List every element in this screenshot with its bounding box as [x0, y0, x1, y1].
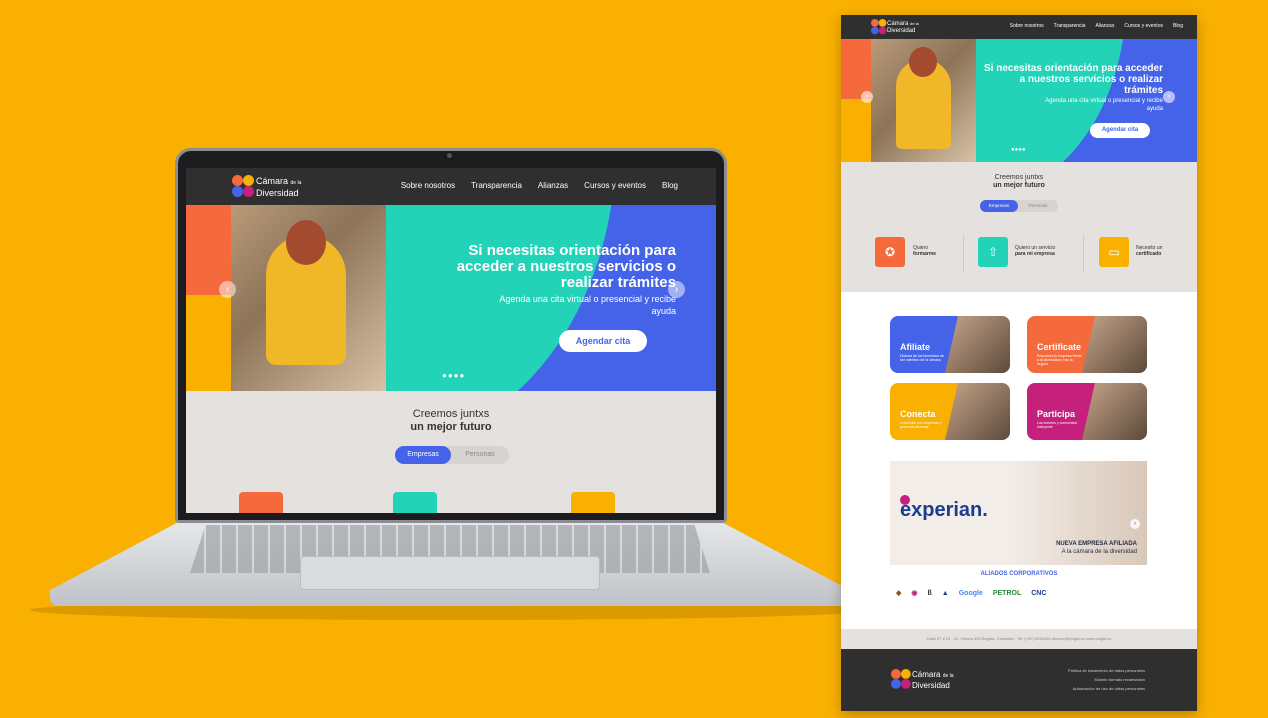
card-photo — [945, 316, 1010, 373]
divider — [1083, 236, 1084, 272]
certificate-icon[interactable]: ▭ — [1099, 237, 1129, 267]
experian-logo: experian. — [900, 499, 988, 521]
hero-subtitle: Agenda una cita virtual o presencial y r… — [1045, 98, 1163, 112]
service-icon-tile[interactable] — [393, 492, 437, 513]
footer-link[interactable]: Autorización de uso de datos personales — [1068, 684, 1145, 693]
laptop-camera — [447, 153, 452, 158]
brand-logo-icon[interactable] — [891, 669, 911, 689]
nav-sobre-nosotros[interactable]: Sobre nosotros — [1010, 23, 1044, 29]
chevron-left-icon[interactable]: ‹ — [219, 281, 236, 298]
nav-blog[interactable]: Blog — [1173, 23, 1183, 29]
hero-deco-orange — [841, 39, 871, 99]
nav-cursos-eventos[interactable]: Cursos y eventos — [584, 181, 646, 190]
laptop-trackpad — [300, 556, 600, 590]
hero-carousel: Si necesitas orientación para acceder a … — [186, 205, 716, 391]
card-description: Disfruta de los beneficios de ser miembr… — [900, 354, 944, 362]
ally-logo-cnc[interactable]: CNC — [1031, 590, 1046, 597]
service-certificado[interactable]: Necesito un certificado — [1136, 245, 1186, 257]
ally-logo-icon[interactable]: ß — [928, 590, 932, 597]
hero-person-head — [909, 47, 937, 77]
hero-title: Si necesitas orientación para acceder a … — [456, 242, 676, 291]
chevron-left-icon[interactable]: ‹ — [861, 91, 873, 103]
tab-empresas[interactable]: Empresas — [395, 446, 451, 464]
card-description: Empodera tu empresa frente a la diversid… — [1037, 354, 1082, 366]
future-section: Creemos juntxs un mejor futuro Empresas P… — [186, 391, 716, 513]
footer-link[interactable]: Modelo formato reclamación — [1068, 675, 1145, 684]
award-icon[interactable]: ✪ — [875, 237, 905, 267]
card-photo — [945, 383, 1010, 440]
laptop-screen: Cámara de la Diversidad Sobre nosotros Tr… — [186, 168, 716, 513]
hero-title: Si necesitas orientación para acceder a … — [984, 63, 1163, 96]
carousel-dots[interactable]: ●●●● — [1011, 147, 1026, 153]
main-menu: Sobre nosotros Transparencia Alianzas Cu… — [1010, 23, 1183, 29]
ally-logo-icon[interactable]: ◆ — [896, 589, 901, 597]
ally-logo-icon[interactable]: ◉ — [911, 589, 917, 597]
hero-person-head — [286, 220, 326, 265]
banner-headline: NUEVA EMPRESA AFILIADA — [1056, 541, 1137, 547]
nav-transparencia[interactable]: Transparencia — [471, 181, 522, 190]
brand-logo-icon[interactable] — [232, 175, 254, 197]
nav-alianzas[interactable]: Alianzas — [1095, 23, 1114, 29]
card-title: Conecta — [900, 409, 936, 419]
agendar-cita-button[interactable]: Agendar cita — [559, 330, 647, 352]
card-photo — [1082, 316, 1147, 373]
service-empresa[interactable]: Quiero un servicio para mi empresa — [1015, 245, 1075, 257]
brand-logo-icon[interactable] — [871, 19, 887, 35]
full-page-mockup: Cámara de la Diversidad Sobre nosotros Tr… — [841, 15, 1197, 711]
card-description: Conéctate con empresas y personas divers… — [900, 421, 942, 429]
nav-alianzas[interactable]: Alianzas — [538, 181, 568, 190]
card-photo — [1082, 383, 1147, 440]
banner-subline: A la cámara de la diversidad — [1061, 549, 1137, 555]
future-heading: Creemos juntxs un mejor futuro — [993, 174, 1045, 189]
service-icon-tile[interactable] — [571, 492, 615, 513]
top-nav: Cámara de la Diversidad Sobre nosotros Tr… — [186, 168, 716, 205]
service-icon-tile[interactable] — [239, 492, 283, 513]
allies-logos: ◆ ◉ ß ▲ Google PETROL CNC — [896, 589, 1046, 598]
chevron-right-icon[interactable]: › — [1163, 91, 1175, 103]
footer: Cámara de la Diversidad Política de trata… — [841, 649, 1197, 711]
hero-deco-yellow — [841, 99, 871, 162]
allies-title: ALIADOS CORPORATIVOS — [980, 571, 1058, 577]
card-afiliate[interactable]: Afiliate Disfruta de los beneficios de s… — [890, 316, 1010, 373]
card-title: Afiliate — [900, 342, 931, 352]
carousel-dots[interactable]: ●●●● — [442, 371, 465, 380]
tab-personas[interactable]: Personas — [451, 446, 509, 464]
tab-personas[interactable]: Personas — [1018, 200, 1058, 212]
address-bar: Calle 97 # 10 - 24. Oficina 404 Bogotá, … — [841, 629, 1197, 649]
future-section: Creemos juntxs un mejor futuro Empresas P… — [841, 162, 1197, 292]
hero-subtitle: Agenda una cita virtual o presencial y r… — [499, 294, 676, 316]
divider — [963, 236, 964, 272]
nav-sobre-nosotros[interactable]: Sobre nosotros — [401, 181, 455, 190]
ally-logo-icon[interactable]: ▲ — [942, 590, 949, 597]
nav-blog[interactable]: Blog — [662, 181, 678, 190]
nav-transparencia[interactable]: Transparencia — [1054, 23, 1086, 29]
footer-links: Política de tratamiento de datos persona… — [1068, 666, 1145, 693]
card-conecta[interactable]: Conecta Conéctate con empresas y persona… — [890, 383, 1010, 440]
brand-name: Cámara de la Diversidad — [256, 176, 302, 198]
service-formarme[interactable]: Quiero formarme — [913, 245, 963, 257]
footer-link[interactable]: Política de tratamiento de datos persona… — [1068, 666, 1145, 675]
card-title: Participa — [1037, 409, 1076, 419]
top-nav: Cámara de la Diversidad Sobre nosotros Tr… — [841, 15, 1197, 39]
brand-name: Cámara de la Diversidad — [887, 21, 919, 34]
ally-logo-google[interactable]: Google — [959, 590, 983, 597]
agendar-cita-button[interactable]: Agendar cita — [1090, 123, 1150, 138]
chevron-right-icon[interactable]: › — [1130, 519, 1140, 529]
main-menu: Sobre nosotros Transparencia Alianzas Cu… — [401, 181, 678, 190]
brand-name: Cámara de la Diversidad — [912, 670, 954, 690]
affiliate-banner[interactable]: experian. NUEVA EMPRESA AFILIADA A la cá… — [890, 461, 1147, 565]
hero-deco-yellow — [186, 295, 231, 391]
rocket-icon[interactable]: ⇧ — [978, 237, 1008, 267]
hero-carousel: Si necesitas orientación para acceder a … — [841, 39, 1197, 162]
card-certificate[interactable]: Certificate Empodera tu empresa frente a… — [1027, 316, 1147, 373]
card-title: Certificate — [1037, 342, 1082, 352]
nav-cursos-eventos[interactable]: Cursos y eventos — [1124, 23, 1163, 29]
card-participa[interactable]: Participa Los eventos y comunidad incluy… — [1027, 383, 1147, 440]
chevron-right-icon[interactable]: › — [668, 281, 685, 298]
future-heading: Creemos juntxs un mejor futuro — [410, 408, 492, 433]
tab-empresas[interactable]: Empresas — [980, 200, 1018, 212]
card-description: Los eventos y comunidad incluyente — [1037, 421, 1077, 429]
ally-logo-petrol[interactable]: PETROL — [993, 590, 1021, 597]
